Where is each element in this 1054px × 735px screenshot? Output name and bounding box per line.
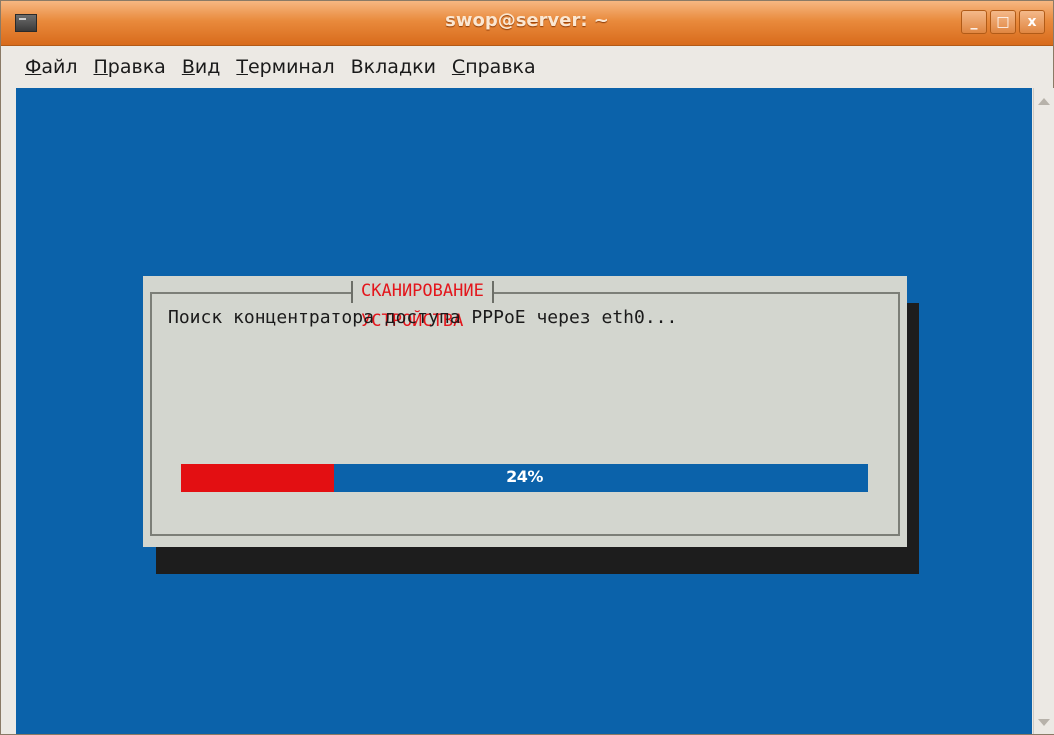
close-icon: x xyxy=(1027,14,1037,30)
scroll-down-icon[interactable] xyxy=(1038,719,1050,726)
minimize-button[interactable]: _ xyxy=(961,10,987,34)
menu-help[interactable]: Справка xyxy=(452,56,536,78)
close-button[interactable]: x xyxy=(1019,10,1045,34)
title-bar[interactable]: swop@server: ~ _ □ x xyxy=(1,1,1053,46)
progress-label: 24% xyxy=(506,467,543,486)
progress-bar: 24% xyxy=(181,464,868,492)
dialog-frame xyxy=(150,292,900,536)
dialog-message: Поиск концентратора доступа PPPoE через … xyxy=(168,307,678,328)
menu-view[interactable]: Вид xyxy=(182,56,221,78)
menu-terminal[interactable]: Терминал xyxy=(236,56,334,78)
menu-edit[interactable]: Правка xyxy=(94,56,166,78)
menu-bar: Файл Правка Вид Терминал Вкладки Справка xyxy=(1,46,1053,88)
title-bracket-right xyxy=(492,281,494,303)
window-controls: _ □ x xyxy=(961,10,1045,34)
window-title: swop@server: ~ xyxy=(445,10,609,31)
vertical-scrollbar[interactable] xyxy=(1033,88,1054,734)
menu-tabs[interactable]: Вкладки xyxy=(351,56,436,78)
scan-dialog: СКАНИРОВАНИЕ УСТРОЙСТВА Поиск концентрат… xyxy=(143,276,907,547)
minimize-icon: _ xyxy=(970,14,978,30)
maximize-icon: □ xyxy=(996,14,1010,30)
menu-file[interactable]: Файл xyxy=(25,56,78,78)
scroll-up-icon[interactable] xyxy=(1038,98,1050,105)
maximize-button[interactable]: □ xyxy=(990,10,1016,34)
terminal-window: swop@server: ~ _ □ x Файл Правка Вид Тер… xyxy=(0,0,1054,735)
